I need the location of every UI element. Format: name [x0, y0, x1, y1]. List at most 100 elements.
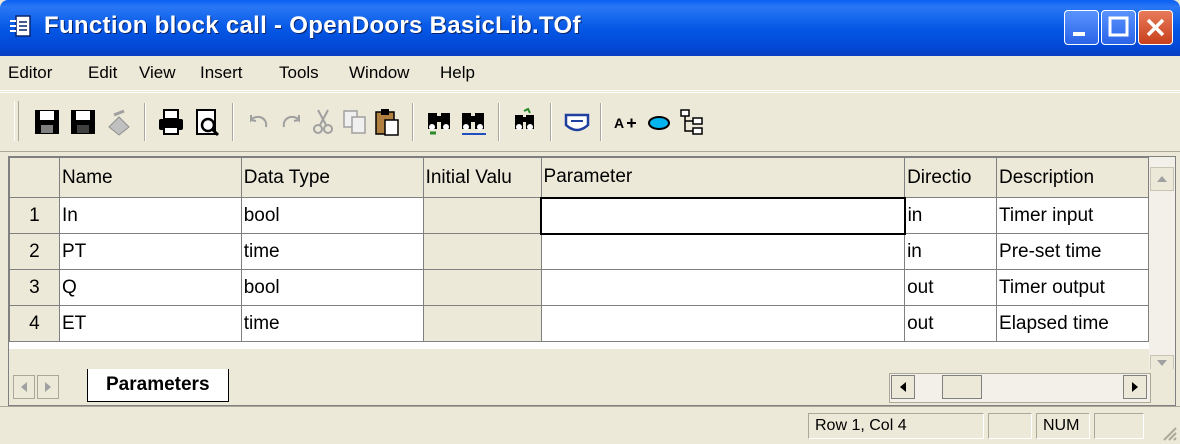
print-icon[interactable] [156, 107, 186, 137]
menu-window[interactable]: Window [349, 63, 409, 83]
column-header-initial-value[interactable]: Initial Valu [422, 157, 542, 198]
window-title: Function block call - OpenDoors BasicLib… [44, 12, 581, 39]
corner-header[interactable] [9, 157, 60, 198]
text-size-icon[interactable]: A [612, 107, 642, 137]
cell-name[interactable]: PT [58, 233, 242, 270]
table-row: 2 PT time in Pre-set time [9, 233, 1149, 270]
row-number[interactable]: 3 [9, 269, 60, 306]
title-bar[interactable]: Function block call - OpenDoors BasicLib… [0, 0, 1180, 56]
vertical-scrollbar[interactable] [1149, 157, 1175, 379]
compile-icon[interactable] [104, 107, 134, 137]
menu-view[interactable]: View [139, 63, 176, 83]
cell-initial-value[interactable] [422, 233, 542, 270]
cell-parameter[interactable] [540, 196, 906, 235]
cell-data-type[interactable]: bool [240, 269, 424, 306]
row-number[interactable]: 4 [9, 305, 60, 342]
properties-icon[interactable] [562, 107, 592, 137]
table-row: 3 Q bool out Timer output [9, 269, 1149, 306]
cell-name[interactable]: Q [58, 269, 242, 306]
maximize-icon [1108, 16, 1129, 37]
cell-parameter[interactable] [540, 269, 906, 306]
table-header-row: Name Data Type Initial Valu Parameter Di… [9, 157, 1149, 198]
cell-initial-value[interactable] [422, 197, 542, 234]
menu-tools[interactable]: Tools [279, 63, 319, 83]
function-block-call-window: Function block call - OpenDoors BasicLib… [0, 0, 1180, 444]
cell-direction[interactable]: in [904, 233, 998, 270]
menu-insert[interactable]: Insert [200, 63, 243, 83]
toolbar-separator [144, 103, 146, 141]
cell-description[interactable]: Pre-set time [996, 233, 1149, 270]
cell-parameter[interactable] [540, 305, 906, 342]
horizontal-scrollbar[interactable] [889, 373, 1151, 403]
save-all-icon[interactable] [68, 107, 98, 137]
parameter-grid: Name Data Type Initial Valu Parameter Di… [9, 157, 1149, 349]
minimize-button[interactable] [1064, 10, 1099, 45]
find-icon[interactable] [424, 107, 454, 137]
menu-help[interactable]: Help [440, 63, 475, 83]
find-replace-icon[interactable] [458, 107, 488, 137]
close-button[interactable] [1138, 10, 1173, 45]
arrow-up-icon [1157, 176, 1167, 182]
search-library-icon[interactable] [510, 107, 540, 137]
redo-icon[interactable] [276, 107, 306, 137]
scroll-left-button[interactable] [891, 375, 915, 399]
cell-name[interactable]: In [58, 197, 242, 234]
save-icon[interactable] [32, 107, 62, 137]
status-bar: Row 1, Col 4 NUM [0, 406, 1180, 444]
row-number[interactable]: 1 [9, 197, 60, 234]
cell-description[interactable]: Elapsed time [996, 305, 1149, 342]
cell-initial-value[interactable] [422, 269, 542, 306]
tab-parameters[interactable]: Parameters [87, 369, 229, 402]
toolbar-separator [550, 103, 552, 141]
toolbar-separator [498, 103, 500, 141]
cell-description[interactable]: Timer input [996, 197, 1149, 234]
resize-grip-icon[interactable] [1158, 422, 1178, 442]
scroll-right-button[interactable] [1123, 375, 1147, 399]
toolbar-separator [600, 103, 602, 141]
parameter-table: Name Data Type Initial Valu Parameter Di… [9, 157, 1149, 342]
maximize-button[interactable] [1101, 10, 1136, 45]
column-header-name[interactable]: Name [58, 157, 242, 198]
cell-data-type[interactable]: bool [240, 197, 424, 234]
print-preview-icon[interactable] [192, 107, 222, 137]
toolbar-separator [412, 103, 414, 141]
menu-editor[interactable]: Editor [8, 63, 52, 83]
tab-scroll-right-button[interactable] [37, 375, 59, 399]
undo-icon[interactable] [244, 107, 274, 137]
paste-icon[interactable] [372, 107, 402, 137]
horizontal-scroll-thumb[interactable] [942, 375, 982, 399]
cell-name[interactable]: ET [58, 305, 242, 342]
table-row: 1 In bool in Timer input [9, 196, 1149, 235]
table-row: 4 ET time out Elapsed time [9, 305, 1149, 342]
cell-direction[interactable]: out [904, 269, 998, 306]
column-header-parameter[interactable]: Parameter [540, 157, 906, 198]
cell-direction[interactable]: out [904, 305, 998, 342]
column-header-description[interactable]: Description [996, 157, 1149, 198]
minimize-icon [1073, 32, 1085, 36]
svg-text:A: A [614, 115, 624, 131]
scroll-up-button[interactable] [1150, 167, 1174, 191]
cell-description[interactable]: Timer output [996, 269, 1149, 306]
arrow-right-icon [45, 382, 51, 392]
cell-data-type[interactable]: time [240, 305, 424, 342]
menu-edit[interactable]: Edit [88, 63, 117, 83]
column-header-direction[interactable]: Directio [904, 157, 998, 198]
column-header-data-type[interactable]: Data Type [240, 157, 424, 198]
cell-initial-value[interactable] [422, 305, 542, 342]
close-icon [1146, 18, 1165, 37]
cut-icon[interactable] [308, 107, 338, 137]
tab-scroll-left-button[interactable] [13, 375, 35, 399]
cell-direction[interactable]: in [904, 197, 998, 234]
row-number[interactable]: 2 [9, 233, 60, 270]
copy-icon[interactable] [340, 107, 370, 137]
parameter-grid-area: Name Data Type Initial Valu Parameter Di… [8, 156, 1176, 406]
cell-data-type[interactable]: time [240, 233, 424, 270]
arrow-left-icon [900, 382, 906, 392]
toolbar-grip[interactable] [14, 101, 19, 141]
status-message-panel [8, 413, 808, 439]
toolbar-separator [232, 103, 234, 141]
status-empty-panel [988, 413, 1032, 439]
ellipse-icon[interactable] [644, 107, 674, 137]
tree-icon[interactable] [678, 107, 708, 137]
cell-parameter[interactable] [540, 233, 906, 270]
